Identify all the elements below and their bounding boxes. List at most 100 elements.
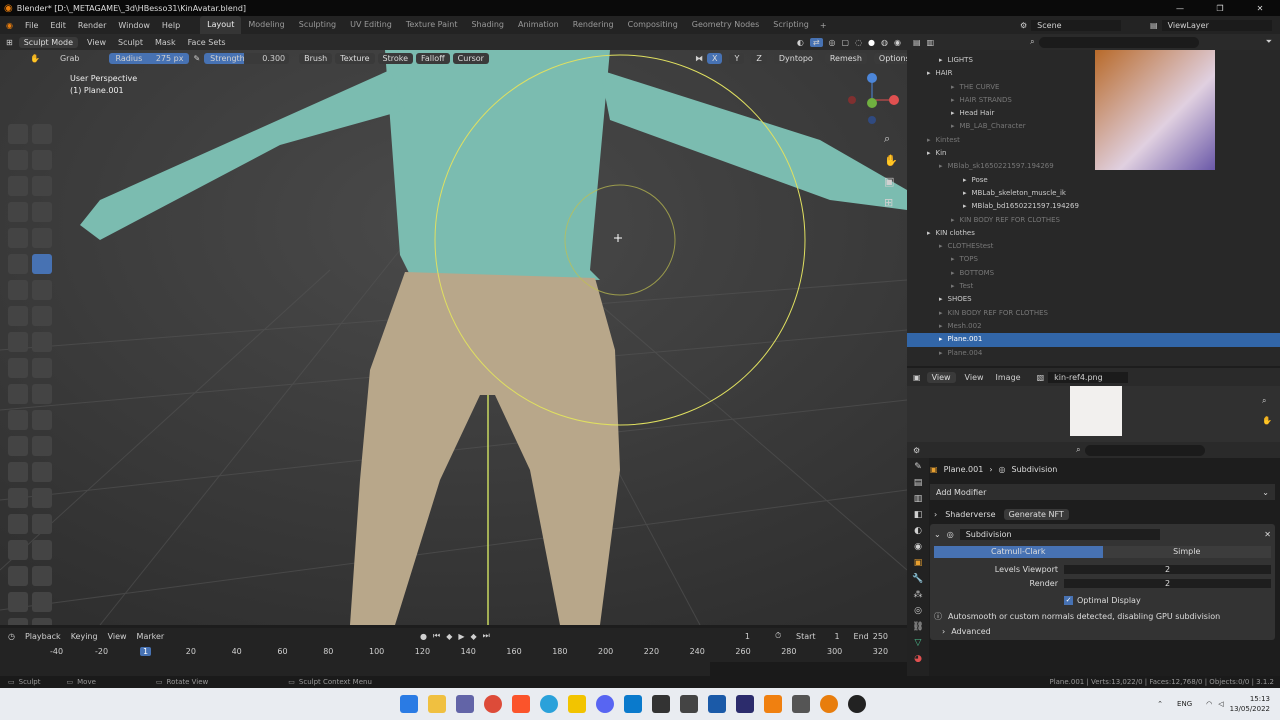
viewlayer-selector[interactable]: ViewLayer: [1161, 19, 1272, 31]
sculpt-tool-35-icon[interactable]: [8, 566, 28, 586]
pen-pressure-icon[interactable]: ✎: [193, 54, 200, 63]
tab-layout[interactable]: Layout: [200, 16, 242, 34]
tray-chevron-icon[interactable]: ⌃: [1157, 700, 1163, 708]
modifier-name-field[interactable]: Subdivision: [959, 528, 1160, 540]
xray-icon[interactable]: ▢: [842, 38, 850, 47]
view-menu[interactable]: View: [965, 373, 984, 382]
sculpt-tool-10-icon[interactable]: [32, 228, 52, 248]
start-frame-field[interactable]: 1: [820, 632, 839, 641]
timeline-editor-icon[interactable]: ◷: [8, 632, 15, 641]
menu-help[interactable]: Help: [156, 21, 186, 30]
outliner-editor-icon[interactable]: ▤: [913, 38, 921, 47]
properties-editor-icon[interactable]: ⚙: [913, 446, 920, 455]
clock-icon[interactable]: ⏱: [775, 631, 781, 641]
tab-geometry-nodes[interactable]: Geometry Nodes: [685, 16, 766, 34]
maximize-button[interactable]: ❐: [1200, 4, 1240, 13]
sculpt-tool-6-icon[interactable]: [32, 176, 52, 196]
sculpt-tool-32-icon[interactable]: [32, 514, 52, 534]
modifier-tab-icon[interactable]: 🔧: [912, 574, 923, 584]
overlay-icon[interactable]: ◎: [829, 38, 836, 47]
end-frame-field[interactable]: 250: [873, 632, 888, 641]
material-shading-icon[interactable]: ◍: [881, 38, 888, 47]
outliner-item[interactable]: ▸ HAIR: [907, 67, 1280, 80]
outliner-item[interactable]: ▸ BOTTOMS: [907, 267, 1280, 280]
scene-tab-icon[interactable]: ◐: [914, 526, 922, 536]
tab-scripting[interactable]: Scripting: [766, 16, 816, 34]
sculpt-tool-25-icon[interactable]: [8, 436, 28, 456]
tab-texture-paint[interactable]: Texture Paint: [399, 16, 465, 34]
outliner-item[interactable]: ▸ Plane.004: [907, 347, 1280, 360]
levels-viewport-field[interactable]: 2: [1064, 564, 1271, 574]
render-tab-icon[interactable]: ▤: [914, 478, 923, 488]
outliner-item[interactable]: ▸ CLOTHEStest: [907, 240, 1280, 253]
sculpt-tool-1-icon[interactable]: [8, 124, 28, 144]
visibility-icon[interactable]: ◐: [797, 38, 804, 47]
ortho-grid-icon[interactable]: ⊞: [884, 196, 898, 209]
timeline-menu-keying[interactable]: Keying: [71, 632, 98, 641]
add-workspace-button[interactable]: +: [820, 21, 827, 30]
cursor-dropdown[interactable]: Cursor: [452, 53, 489, 64]
sculpt-menu-view[interactable]: View: [81, 38, 112, 47]
record-icon[interactable]: ●: [420, 632, 427, 641]
minimize-button[interactable]: —: [1160, 4, 1200, 13]
close-button[interactable]: ✕: [1240, 4, 1280, 13]
sculpt-tool-19-icon[interactable]: [8, 358, 28, 378]
sculpt-menu-face-sets[interactable]: Face Sets: [182, 38, 232, 47]
catmull-clark-button[interactable]: Catmull-Clark: [934, 546, 1103, 558]
3d-viewport[interactable]: ✋ Grab Radius 275 px ✎ Strength 0.300 Br…: [0, 50, 907, 625]
sculpt-tool-27-icon[interactable]: [8, 462, 28, 482]
outliner-item[interactable]: ▸ MBLab_skeleton_muscle_ik: [907, 187, 1280, 200]
tab-modeling[interactable]: Modeling: [241, 16, 291, 34]
sculpt-menu-sculpt[interactable]: Sculpt: [112, 38, 149, 47]
sculpt-tool-36-icon[interactable]: [32, 566, 52, 586]
sculpt-tool-15-icon[interactable]: [8, 306, 28, 326]
jump-end-icon[interactable]: ⏭: [483, 631, 490, 641]
prev-keyframe-icon[interactable]: ◆: [446, 632, 452, 641]
texture-dropdown[interactable]: Texture: [335, 53, 375, 64]
app-icon[interactable]: [708, 695, 726, 713]
sculpt-tool-3-icon[interactable]: [8, 150, 28, 170]
outliner-item[interactable]: ▸ Kintest: [907, 134, 1280, 147]
sculpt-tool-9-icon[interactable]: [8, 228, 28, 248]
sculpt-tool-2-icon[interactable]: [32, 124, 52, 144]
tab-sculpting[interactable]: Sculpting: [292, 16, 343, 34]
advanced-row[interactable]: › Advanced: [934, 624, 1271, 638]
sculpt-tool-12-icon[interactable]: [32, 254, 52, 274]
solid-shading-icon[interactable]: ●: [868, 38, 875, 47]
timeline-menu-playback[interactable]: Playback: [25, 632, 61, 641]
sculpt-tool-31-icon[interactable]: [8, 514, 28, 534]
world-tab-icon[interactable]: ◉: [914, 542, 922, 552]
add-modifier-button[interactable]: Add Modifier ⌄: [930, 484, 1275, 500]
vscode-icon[interactable]: [624, 695, 642, 713]
tab-shading[interactable]: Shading: [464, 16, 511, 34]
wifi-icon[interactable]: ◠: [1206, 700, 1212, 708]
properties-search-input[interactable]: [1084, 444, 1205, 456]
current-frame-field[interactable]: 1: [690, 632, 750, 641]
physics-tab-icon[interactable]: ◎: [914, 606, 922, 616]
strength-field[interactable]: Strength 0.300: [204, 53, 290, 64]
sculpt-tool-37-icon[interactable]: [8, 592, 28, 612]
view-layer-tab-icon[interactable]: ◧: [914, 510, 923, 520]
image-editor-icon[interactable]: ▣: [913, 373, 921, 382]
editor-type-icon[interactable]: ⊞: [6, 38, 13, 47]
windows-start-icon[interactable]: [400, 695, 418, 713]
brush-name[interactable]: Grab: [60, 54, 79, 63]
particles-tab-icon[interactable]: ⁂: [914, 590, 923, 600]
outliner-item[interactable]: ▸ KIN clothes: [907, 227, 1280, 240]
material-tab-icon[interactable]: ◕: [914, 654, 922, 664]
menu-edit[interactable]: Edit: [44, 21, 72, 30]
timeline-ruler[interactable]: -40 -20 1 20 40 60 80 100 120 140 160 180 200 220 240 2…: [0, 647, 907, 661]
render-levels-field[interactable]: 2: [1064, 578, 1271, 588]
language-indicator[interactable]: ENG: [1177, 700, 1192, 708]
navigation-gizmo[interactable]: [840, 70, 904, 130]
outliner-search-input[interactable]: [1038, 36, 1199, 48]
pan-hand-icon[interactable]: ✋: [884, 154, 898, 167]
radius-field[interactable]: Radius 275 px: [109, 53, 190, 64]
clock[interactable]: 15:13 13/05/2022: [1230, 694, 1270, 714]
stroke-dropdown[interactable]: Stroke: [377, 53, 414, 64]
sublime-icon[interactable]: [792, 695, 810, 713]
outliner-item[interactable]: ▸ Mesh.002: [907, 320, 1280, 333]
sculpt-tool-39-icon[interactable]: [8, 618, 28, 625]
sculpt-tool-26-icon[interactable]: [32, 436, 52, 456]
outliner-item[interactable]: ▸ SHOES: [907, 293, 1280, 306]
